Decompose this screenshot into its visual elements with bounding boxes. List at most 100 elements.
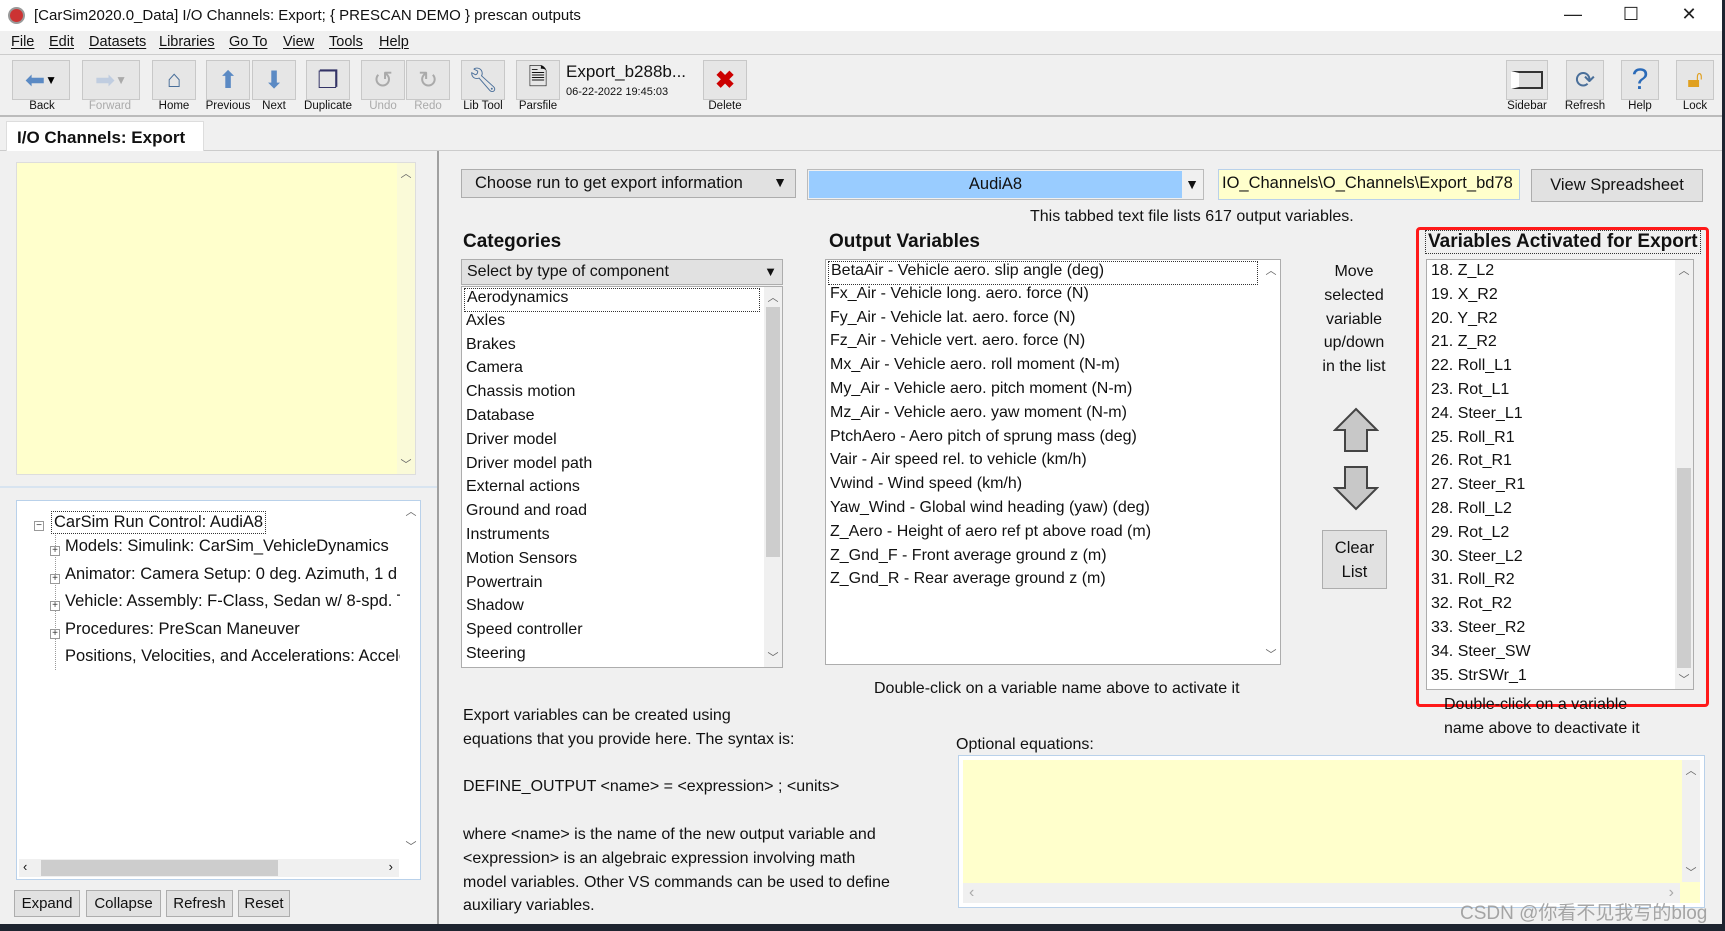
hscroll-thumb[interactable] [41,860,278,876]
close-button[interactable]: ✕ [1669,4,1709,28]
parsfile-button[interactable]: 🗎 [516,60,560,100]
category-item[interactable]: External actions [466,478,580,502]
output-scrollbar[interactable]: ︿ ﹀ [1262,260,1280,664]
notes-area[interactable]: ︿ ﹀ [16,162,416,475]
output-variable-item[interactable]: Yaw_Wind - Global wind heading (yaw) (de… [830,499,1150,523]
sidebar-button[interactable] [1506,60,1548,100]
optional-equations-field[interactable]: ︿ ﹀ ‹ › [958,755,1705,908]
expand-button[interactable]: Expand [14,890,80,917]
equations-vscroll[interactable]: ︿ ﹀ [1682,760,1700,882]
file-path-field[interactable]: IO_Channels\O_Channels\Export_bd78 [1218,169,1520,200]
activated-scroll-thumb[interactable] [1677,468,1691,668]
delete-button[interactable]: ✖ [703,60,747,100]
activated-variable-item[interactable]: 28. Roll_L2 [1431,500,1512,524]
tree-item[interactable]: Vehicle: Assembly: F-Class, Sedan w/ 8-s… [65,592,400,611]
scroll-left-icon[interactable]: ‹ [23,859,27,874]
notes-scrollbar[interactable]: ︿ ﹀ [397,163,415,474]
category-item[interactable]: Driver model [466,431,557,455]
panel-divider[interactable] [437,151,439,924]
menu-libraries[interactable]: Libraries [159,34,215,50]
category-item[interactable]: Instruments [466,526,550,550]
undo-button[interactable]: ↺ [361,60,405,100]
expand-icon[interactable]: + [50,601,60,611]
category-item[interactable]: Chassis motion [466,383,575,407]
tab-io-channels-export[interactable]: I/O Channels: Export [6,121,204,151]
tree-item[interactable]: Models: Simulink: CarSim_VehicleDynamics [65,537,389,556]
output-variable-item[interactable]: Mx_Air - Vehicle aero. roll moment (N-m) [830,356,1120,380]
category-item[interactable]: Brakes [466,336,516,360]
menu-datasets[interactable]: Datasets [89,34,146,50]
next-button[interactable]: ⬇ [252,60,296,100]
menu-goto[interactable]: Go To [229,34,267,50]
output-variable-item[interactable]: Fx_Air - Vehicle long. aero. force (N) [830,285,1089,309]
category-item[interactable]: Database [466,407,535,431]
activated-variable-item[interactable]: 34. Steer_SW [1431,643,1531,667]
output-variable-item[interactable]: Fy_Air - Vehicle lat. aero. force (N) [830,309,1075,333]
category-item[interactable]: Axles [466,312,505,336]
category-item[interactable]: Powertrain [466,574,542,598]
scroll-left-icon[interactable]: ‹ [969,884,974,902]
output-variable-item[interactable]: Fz_Air - Vehicle vert. aero. force (N) [830,332,1085,356]
category-item[interactable]: Steering [466,645,526,667]
maximize-button[interactable]: ☐ [1611,4,1651,28]
choose-run-dropdown[interactable]: Choose run to get export information ▼ [461,169,796,198]
lock-button[interactable]: 🔓︎ [1676,60,1714,100]
activated-scrollbar[interactable]: ︿ ﹀ [1675,260,1693,689]
activated-variable-item[interactable]: 31. Roll_R2 [1431,571,1515,595]
category-item[interactable]: Shadow [466,597,524,621]
categories-scroll-thumb[interactable] [766,307,780,557]
expand-icon[interactable]: + [50,629,60,639]
output-variable-item[interactable]: Vwind - Wind speed (km/h) [830,475,1022,499]
category-item[interactable]: Aerodynamics [464,288,760,312]
equations-text-area[interactable]: ︿ ﹀ ‹ › [963,760,1700,903]
output-variable-item[interactable]: My_Air - Vehicle aero. pitch moment (N-m… [830,380,1132,404]
home-button[interactable]: ⌂ [152,60,196,100]
run-select[interactable]: AudiA8 ▼ [807,169,1204,200]
activated-variable-item[interactable]: 25. Roll_R1 [1431,429,1515,453]
minimize-button[interactable]: — [1553,4,1593,28]
category-item[interactable]: Speed controller [466,621,583,645]
output-variable-item[interactable]: Vair - Air speed rel. to vehicle (km/h) [830,451,1087,475]
categories-scrollbar[interactable]: ︿ ﹀ [764,287,782,667]
activated-variable-item[interactable]: 26. Rot_R1 [1431,452,1512,476]
tree-item[interactable]: Positions, Velocities, and Accelerations… [65,647,400,666]
activated-variable-item[interactable]: 24. Steer_L1 [1431,405,1523,429]
tree-hscroll[interactable]: ‹ › [19,859,399,877]
reset-button[interactable]: Reset [238,890,290,917]
activated-variable-item[interactable]: 33. Steer_R2 [1431,619,1525,643]
activated-variable-item[interactable]: 35. StrSWr_1 [1431,667,1527,689]
menu-file[interactable]: File [11,34,34,50]
activated-variable-item[interactable]: 29. Rot_L2 [1431,524,1509,548]
tree-item[interactable]: Animator: Camera Setup: 0 deg. Azimuth, … [65,565,397,584]
collapse-icon[interactable]: − [34,521,44,531]
output-variable-item[interactable]: Z_Gnd_R - Rear average ground z (m) [830,570,1106,594]
activated-variable-item[interactable]: 18. Z_L2 [1431,262,1494,286]
move-down-button[interactable] [1333,465,1379,511]
run-tree[interactable]: − CarSim Run Control: AudiA8 + Models: S… [16,500,421,880]
scroll-right-icon[interactable]: › [389,859,393,874]
output-variable-item[interactable]: PtchAero - Aero pitch of sprung mass (de… [830,428,1137,452]
menu-view[interactable]: View [283,34,314,50]
activated-variable-item[interactable]: 21. Z_R2 [1431,333,1497,357]
refresh-button[interactable]: ⟳ [1566,60,1604,100]
back-button[interactable]: ⬅ ▼ [12,60,70,100]
activated-list[interactable]: 18. Z_L2 19. X_R2 20. Y_R2 21. Z_R2 22. Roll… [1426,259,1694,690]
tree-refresh-button[interactable]: Refresh [166,890,233,917]
lib-tool-button[interactable]: 🔧︎ [461,60,505,100]
activated-variable-item[interactable]: 20. Y_R2 [1431,310,1497,334]
activated-variable-item[interactable]: 32. Rot_R2 [1431,595,1512,619]
view-spreadsheet-button[interactable]: View Spreadsheet [1531,169,1703,202]
forward-button[interactable]: ➡ ▼ [82,60,140,100]
menu-edit[interactable]: Edit [49,34,74,50]
category-item[interactable]: Camera [466,359,523,383]
category-item[interactable]: Ground and road [466,502,587,526]
left-splitter[interactable] [0,486,437,488]
category-type-dropdown[interactable]: Select by type of component ▼ [461,259,783,285]
activated-variable-item[interactable]: 22. Roll_L1 [1431,357,1512,381]
clear-list-button[interactable]: Clear List [1322,530,1387,589]
activated-variable-item[interactable]: 23. Rot_L1 [1431,381,1509,405]
categories-list[interactable]: Aerodynamics Axles Brakes Camera Chassis mot… [461,286,783,668]
activated-variable-item[interactable]: 19. X_R2 [1431,286,1498,310]
collapse-button[interactable]: Collapse [86,890,161,917]
activated-variable-item[interactable]: 30. Steer_L2 [1431,548,1523,572]
